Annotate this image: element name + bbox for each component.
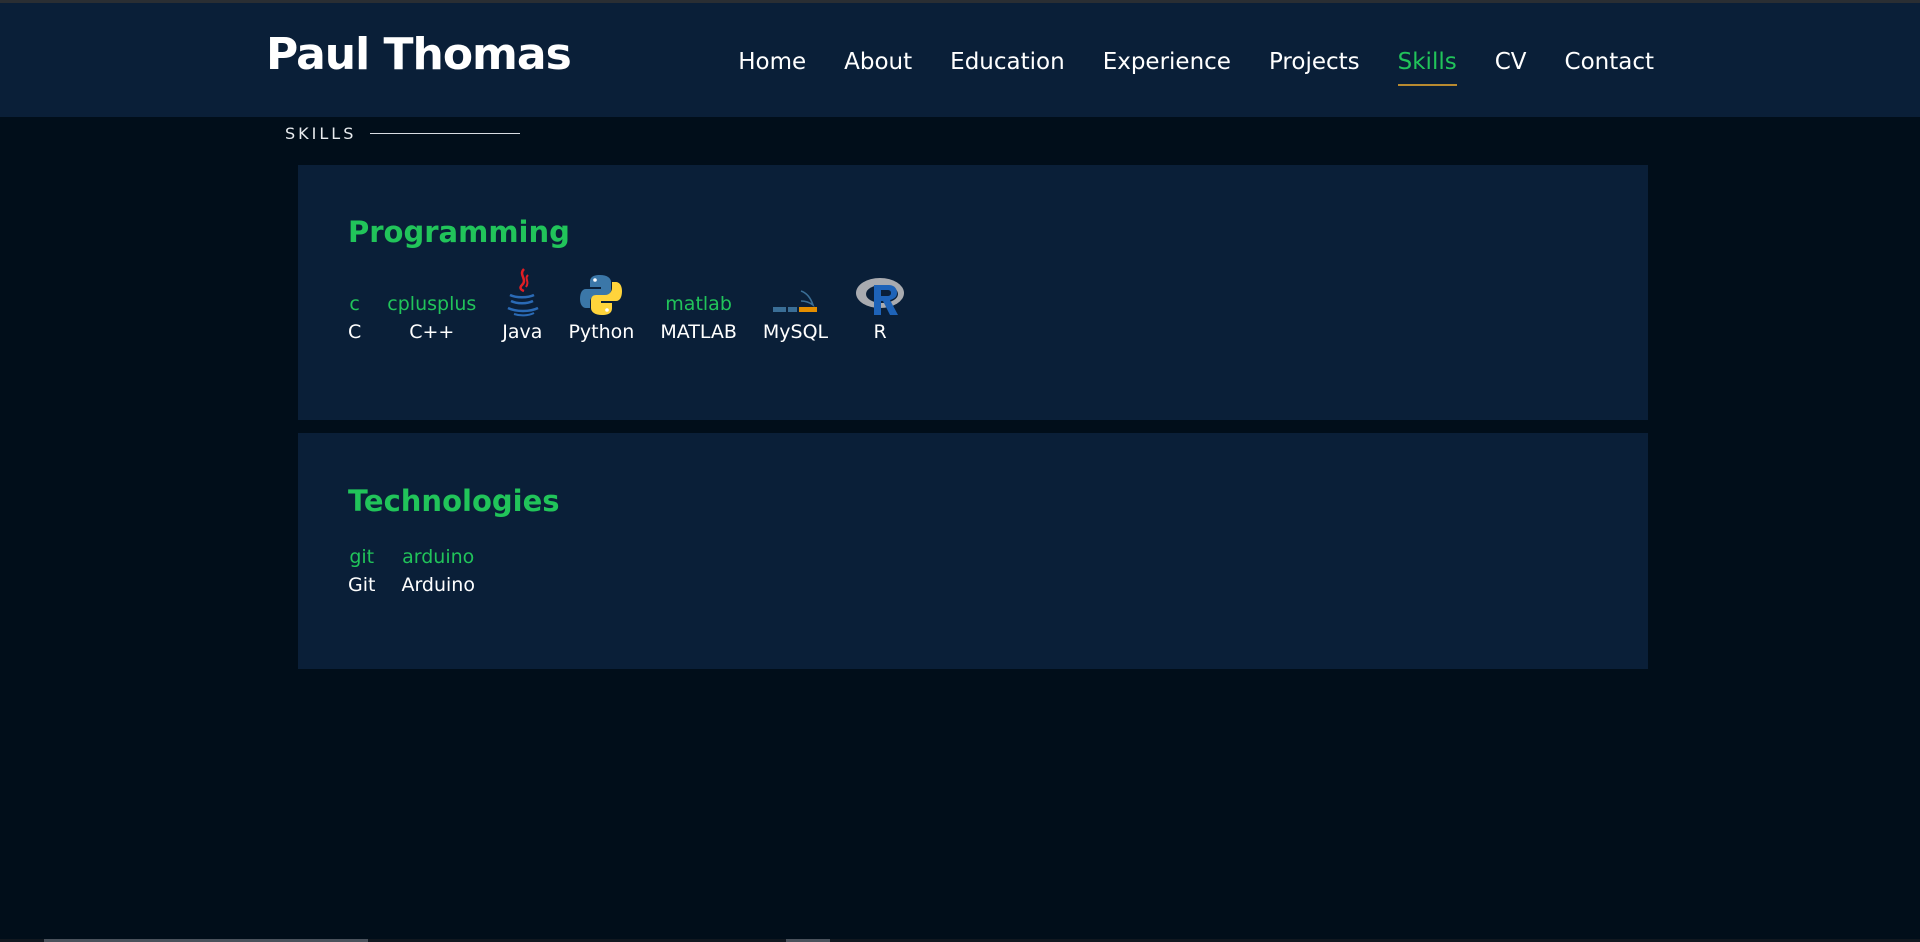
skill-c: c C bbox=[348, 269, 361, 347]
nav-contact[interactable]: Contact bbox=[1565, 47, 1654, 77]
active-nav-underline bbox=[1397, 84, 1457, 86]
mysql-logo-icon bbox=[771, 269, 821, 317]
skill-name: Git bbox=[348, 574, 376, 596]
technologies-card: Technologies git Git arduino Arduino bbox=[298, 433, 1648, 669]
programming-skill-list: c C cplusplus C++ Java Python matlab MAT… bbox=[348, 268, 906, 347]
matlab-broken-image-icon: matlab bbox=[665, 269, 732, 317]
matlab-alt-text: matlab bbox=[665, 293, 732, 315]
skill-name: C++ bbox=[409, 321, 455, 343]
skill-name: C bbox=[348, 321, 362, 343]
nav-about[interactable]: About bbox=[844, 47, 912, 77]
cplusplus-broken-image-icon: cplusplus bbox=[387, 269, 476, 317]
skill-r: R bbox=[854, 269, 906, 347]
arduino-alt-text: arduino bbox=[402, 546, 475, 568]
skill-name: Python bbox=[568, 321, 635, 343]
nav-projects[interactable]: Projects bbox=[1269, 47, 1360, 77]
nav-education[interactable]: Education bbox=[950, 47, 1065, 77]
site-brand[interactable]: Paul Thomas bbox=[266, 27, 572, 83]
arduino-broken-image-icon: arduino bbox=[402, 540, 474, 570]
skill-mysql: MySQL bbox=[763, 269, 828, 347]
nav-skills[interactable]: Skills bbox=[1397, 47, 1457, 86]
skill-java: Java bbox=[502, 268, 543, 347]
r-logo-icon bbox=[854, 269, 906, 317]
section-label: SKILLS bbox=[285, 124, 521, 143]
nav-skills-label: Skills bbox=[1397, 49, 1457, 75]
nav-home[interactable]: Home bbox=[738, 47, 806, 77]
skill-name: R bbox=[873, 321, 887, 343]
skill-arduino: arduino Arduino bbox=[401, 540, 475, 600]
skill-matlab: matlab MATLAB bbox=[660, 269, 737, 347]
nav-cv[interactable]: CV bbox=[1495, 47, 1527, 77]
skill-git: git Git bbox=[348, 540, 375, 600]
main-nav: Home About Education Experience Projects… bbox=[738, 47, 1654, 86]
site-header: Paul Thomas Home About Education Experie… bbox=[0, 3, 1920, 117]
programming-title: Programming bbox=[348, 215, 570, 249]
skill-name: MATLAB bbox=[660, 321, 737, 343]
skill-python: Python bbox=[568, 269, 634, 347]
programming-card: Programming c C cplusplus C++ Java Pytho… bbox=[298, 165, 1648, 420]
technologies-title: Technologies bbox=[348, 484, 560, 518]
skill-cplusplus: cplusplus C++ bbox=[387, 269, 476, 347]
c-alt-text: c bbox=[349, 293, 360, 315]
git-alt-text: git bbox=[349, 546, 375, 568]
skill-name: Arduino bbox=[401, 574, 475, 596]
cplusplus-alt-text: cplusplus bbox=[387, 293, 477, 315]
section-label-divider bbox=[370, 133, 521, 134]
git-broken-image-icon: git bbox=[349, 540, 374, 570]
technologies-skill-list: git Git arduino Arduino bbox=[348, 540, 475, 600]
java-logo-icon bbox=[502, 268, 542, 317]
section-label-text: SKILLS bbox=[285, 124, 357, 143]
c-broken-image-icon: c bbox=[349, 269, 359, 317]
skill-name: Java bbox=[502, 321, 543, 343]
skill-name: MySQL bbox=[762, 321, 829, 343]
python-logo-icon bbox=[579, 269, 623, 317]
nav-experience[interactable]: Experience bbox=[1103, 47, 1231, 77]
